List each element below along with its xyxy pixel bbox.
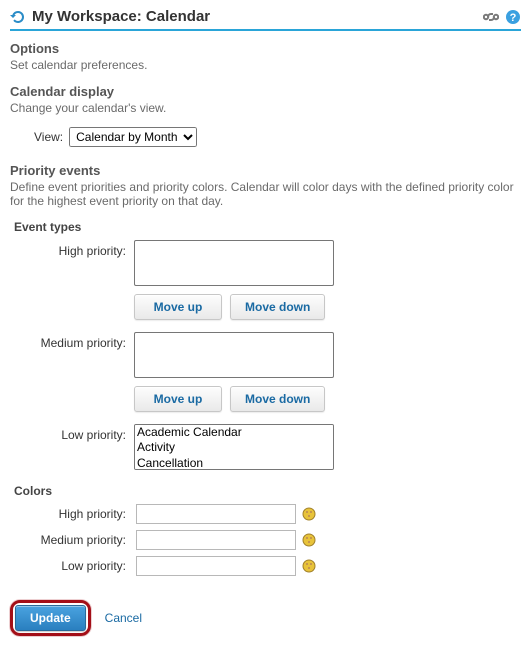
view-select[interactable]: Calendar by Month [69, 127, 197, 147]
low-priority-list[interactable]: Academic CalendarActivityCancellation [134, 424, 334, 470]
medium-priority-list[interactable] [134, 332, 334, 378]
update-button[interactable]: Update [15, 605, 86, 631]
display-heading: Calendar display [10, 84, 521, 99]
update-highlight: Update [10, 600, 91, 636]
page-header: My Workspace: Calendar ? [10, 8, 521, 31]
color-picker-icon[interactable] [302, 507, 326, 521]
color-picker-icon[interactable] [302, 533, 326, 547]
low-color-label: Low priority: [20, 559, 130, 573]
page-title: My Workspace: Calendar [32, 8, 483, 25]
view-label: View: [34, 130, 63, 144]
link-icon[interactable] [483, 11, 499, 23]
cancel-link[interactable]: Cancel [105, 611, 142, 625]
options-heading: Options [10, 41, 521, 56]
priority-heading: Priority events [10, 163, 521, 178]
high-move-down-button[interactable]: Move down [230, 294, 325, 320]
high-move-up-button[interactable]: Move up [134, 294, 222, 320]
refresh-icon[interactable] [10, 9, 26, 25]
color-picker-icon[interactable] [302, 559, 326, 573]
medium-color-label: Medium priority: [20, 533, 130, 547]
low-color-input[interactable] [136, 556, 296, 576]
medium-move-down-button[interactable]: Move down [230, 386, 325, 412]
medium-color-input[interactable] [136, 530, 296, 550]
display-desc: Change your calendar's view. [10, 101, 521, 115]
medium-move-up-button[interactable]: Move up [134, 386, 222, 412]
options-desc: Set calendar preferences. [10, 58, 521, 72]
priority-desc: Define event priorities and priority col… [10, 180, 521, 208]
svg-text:?: ? [510, 12, 517, 24]
event-types-heading: Event types [14, 220, 521, 234]
help-icon[interactable]: ? [505, 9, 521, 25]
low-priority-label: Low priority: [20, 424, 130, 442]
high-priority-list[interactable] [134, 240, 334, 286]
medium-priority-label: Medium priority: [20, 332, 130, 350]
colors-heading: Colors [14, 484, 521, 498]
high-color-label: High priority: [20, 507, 130, 521]
high-priority-label: High priority: [20, 240, 130, 258]
high-color-input[interactable] [136, 504, 296, 524]
